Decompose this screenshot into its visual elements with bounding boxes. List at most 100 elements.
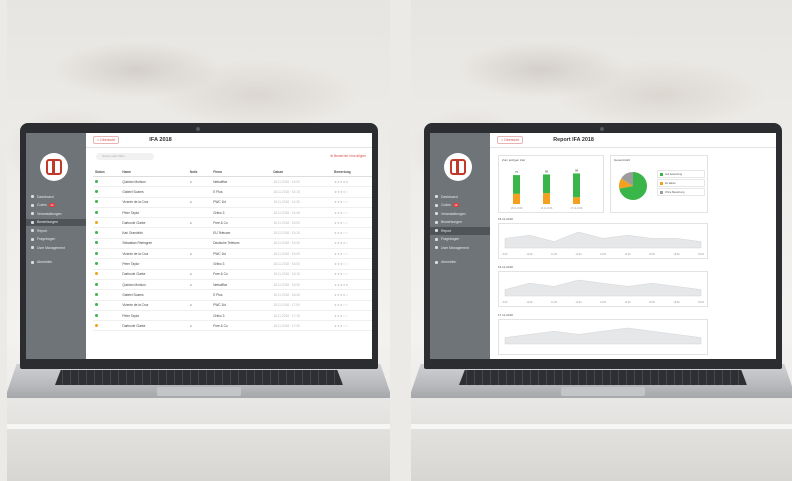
- gear-icon: [435, 246, 438, 250]
- sidebar-item-label: Fragebogen: [37, 237, 56, 242]
- status-dot-icon: [95, 200, 98, 204]
- company-cell: Grifco 3: [211, 258, 272, 270]
- table-row[interactable]: Vicente de la Cruz ∨ PWC 1kt 18.11.2018 · 1…: [93, 300, 372, 311]
- status-cell: [93, 186, 121, 198]
- column-header-status[interactable]: Status: [93, 167, 121, 177]
- column-header-name[interactable]: Name: [120, 167, 188, 177]
- trackpad: [157, 387, 241, 396]
- rating-cell: ★★★★☆: [332, 238, 372, 250]
- app-logo[interactable]: [444, 153, 472, 181]
- table-row[interactable]: Gabriel Soares E Plus 18.11.2018 · 16:45 ★★…: [93, 289, 372, 301]
- name-cell: Quintan Morison: [120, 176, 188, 188]
- date-cell: 18.11.2018 · 14:00: [271, 176, 333, 188]
- company-cell: E Plus: [211, 289, 272, 301]
- legend-item[interactable]: Ohne Bewertung: [657, 188, 705, 196]
- legend-item[interactable]: Zu klären: [657, 179, 705, 187]
- back-button[interactable]: < Übersicht: [497, 136, 524, 144]
- company-cell: PWC 1kt: [211, 300, 272, 311]
- company-cell: Grifco 3: [211, 310, 272, 322]
- sidebar-item-label: Veranstaltungen: [37, 211, 62, 216]
- table-row[interactable]: Peter Taylor Grifco 3 18.11.2018 · 14:45 ★★…: [93, 207, 372, 219]
- name-cell: Peter Taylor: [120, 258, 188, 270]
- name-cell: Darboole Clarke: [120, 320, 188, 332]
- company-cell: EU Telecom: [211, 227, 272, 239]
- sidebar-item-codes[interactable]: Codes 12: [26, 202, 86, 210]
- back-button[interactable]: < Übersicht: [93, 136, 120, 144]
- status-cell: [93, 176, 121, 188]
- sidebar-item-veranstaltungen[interactable]: Veranstaltungen: [26, 210, 86, 218]
- sidebar-item-report[interactable]: Report: [26, 227, 86, 235]
- message-icon: [435, 203, 438, 207]
- file-icon: [435, 237, 438, 241]
- sidebar-item-label: Codes: [37, 203, 47, 208]
- sidebar-item-abmelden[interactable]: Abmelden: [430, 259, 490, 267]
- sidebar-item-label: Abmelden: [37, 260, 53, 265]
- table-header: Status Name Notiz Firma Datum Bewertung: [93, 167, 372, 177]
- x-tick-label: 18:00: [698, 253, 705, 256]
- sidebar-item-fragebogen[interactable]: Fragebogen: [430, 236, 490, 244]
- name-cell: Sebastian Rheingren: [120, 238, 188, 250]
- legend-swatch: [660, 181, 663, 185]
- date-cell: 18.11.2018 · 15:30: [271, 238, 333, 250]
- table-row[interactable]: Darboole Clarke ∨ Free & Co 18.11.2018 · 17…: [93, 320, 372, 332]
- column-header-bewertung[interactable]: Bewertung: [332, 167, 372, 177]
- table-row[interactable]: Vicente de la Cruz ∨ PWC 1kt 18.11.2018 · 1…: [93, 248, 372, 260]
- laptop-photo-left: Dashboard Codes 12 Veranstaltungen Bewerbung…: [7, 0, 390, 481]
- status-dot-icon: [95, 210, 98, 214]
- sidebar-item-label: Fragebogen: [441, 237, 460, 242]
- sidebar-item-veranstaltungen[interactable]: Veranstaltungen: [430, 210, 490, 218]
- bar-x-tick: 17.11.2018: [571, 207, 583, 210]
- sidebar-item-user-management[interactable]: User Management: [430, 244, 490, 252]
- table-row[interactable]: Vicente de la Cruz ∨ PWC 1kt 18.11.2018 · 1…: [93, 197, 372, 208]
- sidebar-item-fragebogen[interactable]: Fragebogen: [26, 236, 86, 244]
- trackpad: [561, 387, 645, 396]
- keyboard: [55, 370, 343, 385]
- column-header-firma[interactable]: Firma: [211, 167, 272, 177]
- legend-label: Ohne Bewertung: [665, 190, 685, 194]
- add-applicant-label: Bewerber hinzufügen: [333, 154, 366, 158]
- name-cell: Kari Grandelin: [120, 227, 188, 239]
- search-input[interactable]: Suche oder Filter: [96, 153, 154, 160]
- gear-icon: [31, 246, 34, 250]
- date-cell: 18.11.2018 · 14:45: [271, 207, 333, 219]
- x-tick-label: 10:00: [527, 253, 534, 256]
- table-row[interactable]: Quintan Morison ∨ Netsoffice 18.11.2018 · 1…: [93, 279, 372, 291]
- table-row[interactable]: Darboole Clarke ∨ Free & Co 18.11.2018 · 15…: [93, 217, 372, 229]
- table-row[interactable]: Peter Taylor Grifco 3 18.11.2018 · 17:15 ★★…: [93, 310, 372, 322]
- rating-cell: ★★★★★: [332, 279, 372, 291]
- note-cell: [187, 207, 212, 219]
- sidebar-item-bewerbungen[interactable]: Bewerbungen: [26, 218, 86, 226]
- sidebar-item-report[interactable]: Report: [430, 227, 490, 235]
- table-row[interactable]: Kari Grandelin EU Telecom 18.11.2018 · 15:…: [93, 227, 372, 239]
- table-row[interactable]: Sebastian Rheingren Deutsche Telekom 18.11…: [93, 238, 372, 250]
- sidebar-item-label: User Management: [37, 245, 65, 250]
- sidebar-item-abmelden[interactable]: Abmelden: [26, 259, 86, 267]
- note-cell: [187, 227, 212, 239]
- logo-icon: [450, 159, 466, 175]
- add-applicant-button[interactable]: ⊕ Bewerber hinzufügen: [330, 154, 366, 158]
- rating-cell: ★★★☆☆: [332, 227, 372, 239]
- area-chart: [504, 327, 702, 345]
- area-series: [504, 279, 702, 297]
- sidebar-item-bewerbungen[interactable]: Bewerbungen: [430, 219, 490, 227]
- app-logo[interactable]: [40, 153, 68, 181]
- table-row[interactable]: Gabriel Soares E Plus 18.11.2018 · 14:15 ★★…: [93, 186, 372, 198]
- column-header-notiz[interactable]: Notiz: [187, 167, 212, 177]
- table-row[interactable]: Darboole Clarke ∨ Free & Co 18.11.2018 · 16…: [93, 269, 372, 280]
- sidebar-item-dashboard[interactable]: Dashboard: [26, 193, 86, 201]
- note-cell: ∨: [187, 217, 212, 229]
- date-cell: 18.11.2018 · 16:00: [271, 258, 333, 270]
- x-tick-label: 16:00: [674, 253, 681, 256]
- table-row[interactable]: Quintan Morison ∨ Netsoffice 18.11.2018 · 1…: [93, 176, 372, 188]
- sidebar-item-user-management[interactable]: User Management: [26, 244, 86, 252]
- table-row[interactable]: Peter Taylor Grifco 3 18.11.2018 · 16:00 ★★…: [93, 258, 372, 270]
- sidebar-item-codes[interactable]: Codes 12: [430, 202, 490, 210]
- date-cell: 18.11.2018 · 15:00: [271, 217, 333, 229]
- column-header-datum[interactable]: Datum: [271, 167, 333, 177]
- sidebar-item-dashboard[interactable]: Dashboard: [430, 193, 490, 201]
- date-cell: 18.11.2018 · 14:30: [271, 197, 333, 208]
- pie-chart-card: Gesamtzahl Gut bewertung Zu klären Ohne Be…: [610, 155, 708, 213]
- x-tick-label: 18:00: [698, 301, 705, 304]
- legend-item[interactable]: Gut bewertung: [657, 170, 705, 178]
- rating-cell: ★★★☆☆: [332, 269, 372, 280]
